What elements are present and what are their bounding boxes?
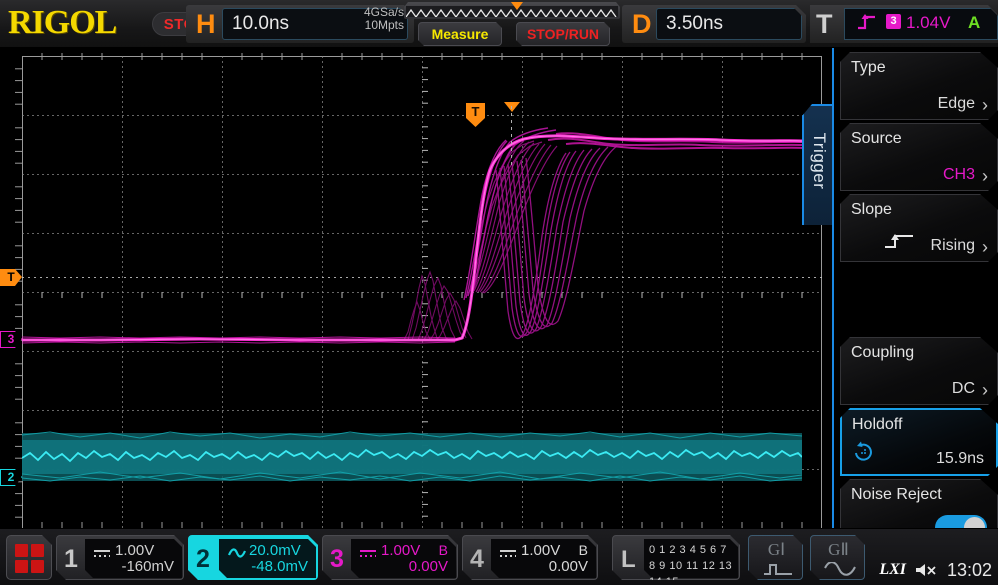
menu-item-type[interactable]: Type Edge › — [840, 52, 998, 120]
menu-item-holdoff-label: Holdoff — [852, 416, 903, 433]
channel-1-scale: 1.00V — [115, 542, 155, 559]
chevron-right-icon: › — [982, 95, 988, 115]
square-wave-icon — [763, 562, 793, 580]
trigger-menu-tab-label: Trigger — [810, 132, 829, 190]
memory-position-marker[interactable] — [511, 2, 523, 10]
channel-4-number: 4 — [470, 545, 484, 573]
menu-item-source[interactable]: Source CH3 › — [840, 123, 998, 191]
logic-row-0-7: 0 1 2 3 4 5 6 7 — [649, 544, 727, 556]
generator-2-label: GⅡ — [828, 540, 849, 559]
bottom-status-bar: 1 1.00V -160mV 2 20.0mV -48.0mV 3 1.00V … — [0, 528, 998, 585]
oscilloscope-screen: RIGOL STOP H 10.0ns 4GSa/s 10Mpts Measur… — [0, 0, 998, 585]
trigger-menu-tab[interactable]: Trigger — [802, 104, 832, 225]
sample-rate-readout: 4GSa/s 10Mpts — [330, 6, 404, 32]
channel-2-scale: 20.0mV — [249, 542, 301, 559]
trigger-level-value: 1.04V — [906, 13, 951, 32]
menu-item-source-value: CH3 — [942, 166, 975, 183]
channel-4-readout: 1.00V B 0.00V — [491, 539, 596, 578]
horizontal-letter: H — [196, 9, 216, 39]
measure-button[interactable]: Measure — [418, 22, 502, 46]
channel-2-button[interactable]: 2 20.0mV -48.0mV — [188, 535, 318, 580]
channel-1-button[interactable]: 1 1.00V -160mV — [56, 535, 184, 580]
menu-item-slope[interactable]: Slope Rising › — [840, 194, 998, 262]
logic-digit-rows: 0 1 2 3 4 5 6 7 8 9 10 11 12 13 14 15 — [649, 542, 735, 585]
chevron-right-icon: › — [982, 380, 988, 400]
menu-item-slope-value: Rising — [930, 237, 975, 254]
rigol-logo: RIGOL — [8, 4, 117, 41]
timebase-value: 10.0ns — [232, 13, 290, 34]
channel-3-bandwidth-limit: B — [438, 542, 448, 558]
logic-row-8-15: 8 9 10 11 12 13 14 15 — [649, 560, 733, 585]
lxi-indicator: LXI — [879, 561, 906, 578]
sine-wave-icon — [824, 561, 856, 580]
chevron-right-icon: › — [982, 237, 988, 257]
chevron-right-icon: › — [982, 166, 988, 186]
menu-item-source-label: Source — [851, 130, 902, 147]
channel-4-button[interactable]: 4 1.00V B 0.00V — [462, 535, 598, 580]
channel-2-offset: -48.0mV — [251, 558, 308, 575]
menu-item-type-value: Edge — [937, 95, 975, 112]
channel-1-number: 1 — [64, 545, 78, 573]
channel-1-offset: -160mV — [121, 558, 174, 575]
rising-slope-icon — [883, 232, 915, 255]
generator-1-label: GⅠ — [767, 540, 786, 559]
memory-position-bar[interactable] — [404, 2, 620, 19]
menu-item-type-label: Type — [851, 59, 886, 76]
trigger-letter: T — [816, 9, 833, 39]
channel-3-offset: 0.00V — [408, 558, 448, 575]
channel-3-scale: 1.00V — [381, 542, 421, 559]
channel-2-number: 2 — [196, 545, 210, 573]
dc-coupling-icon — [359, 546, 377, 564]
channel-4-offset: 0.00V — [548, 558, 588, 575]
channel-2-readout: 20.0mV -48.0mV — [219, 539, 316, 578]
channel-1-readout: 1.00V -160mV — [85, 539, 182, 578]
channel-3-readout: 1.00V B 0.00V — [351, 539, 456, 578]
channel-4-bandwidth-limit: B — [578, 542, 588, 558]
dc-coupling-icon — [499, 546, 517, 564]
stop-run-button[interactable]: STOP/RUN — [516, 22, 610, 46]
ac-coupling-icon — [227, 546, 247, 565]
menu-item-slope-label: Slope — [851, 201, 892, 218]
delay-value: 3.50ns — [666, 13, 724, 34]
generator-2-button[interactable]: GⅡ — [810, 535, 865, 580]
apps-grid-button[interactable] — [6, 535, 52, 580]
rising-edge-icon — [856, 13, 878, 36]
rotary-knob-icon — [852, 440, 874, 467]
logic-channels-button[interactable]: L 0 1 2 3 4 5 6 7 8 9 10 11 12 13 14 15 — [612, 535, 740, 580]
speaker-mute-icon[interactable] — [914, 561, 938, 584]
top-toolbar: RIGOL STOP H 10.0ns 4GSa/s 10Mpts Measur… — [0, 0, 998, 48]
memory-depth-value: 10Mpts — [364, 18, 404, 32]
delay-position-icon[interactable] — [504, 102, 520, 112]
logic-letter: L — [621, 546, 636, 573]
delay-letter: D — [632, 9, 652, 39]
generator-1-button[interactable]: GⅠ — [748, 535, 803, 580]
dc-coupling-icon — [93, 546, 111, 564]
menu-item-coupling[interactable]: Coupling DC › — [840, 337, 998, 405]
menu-item-holdoff[interactable]: Holdoff 15.9ns — [840, 408, 998, 476]
trigger-mode-indicator: A — [968, 13, 981, 32]
menu-item-noise-reject-label: Noise Reject — [851, 486, 942, 503]
menu-item-holdoff-value: 15.9ns — [935, 450, 984, 467]
channel-3-number: 3 — [330, 545, 344, 573]
menu-item-coupling-value: DC — [951, 380, 975, 397]
system-clock: 13:02 — [946, 560, 992, 580]
channel-4-scale: 1.00V — [521, 542, 561, 559]
channel-3-button[interactable]: 3 1.00V B 0.00V — [322, 535, 458, 580]
trigger-source-badge: 3 — [886, 14, 901, 29]
menu-item-coupling-label: Coupling — [851, 344, 915, 361]
delay-position-line — [511, 106, 512, 166]
